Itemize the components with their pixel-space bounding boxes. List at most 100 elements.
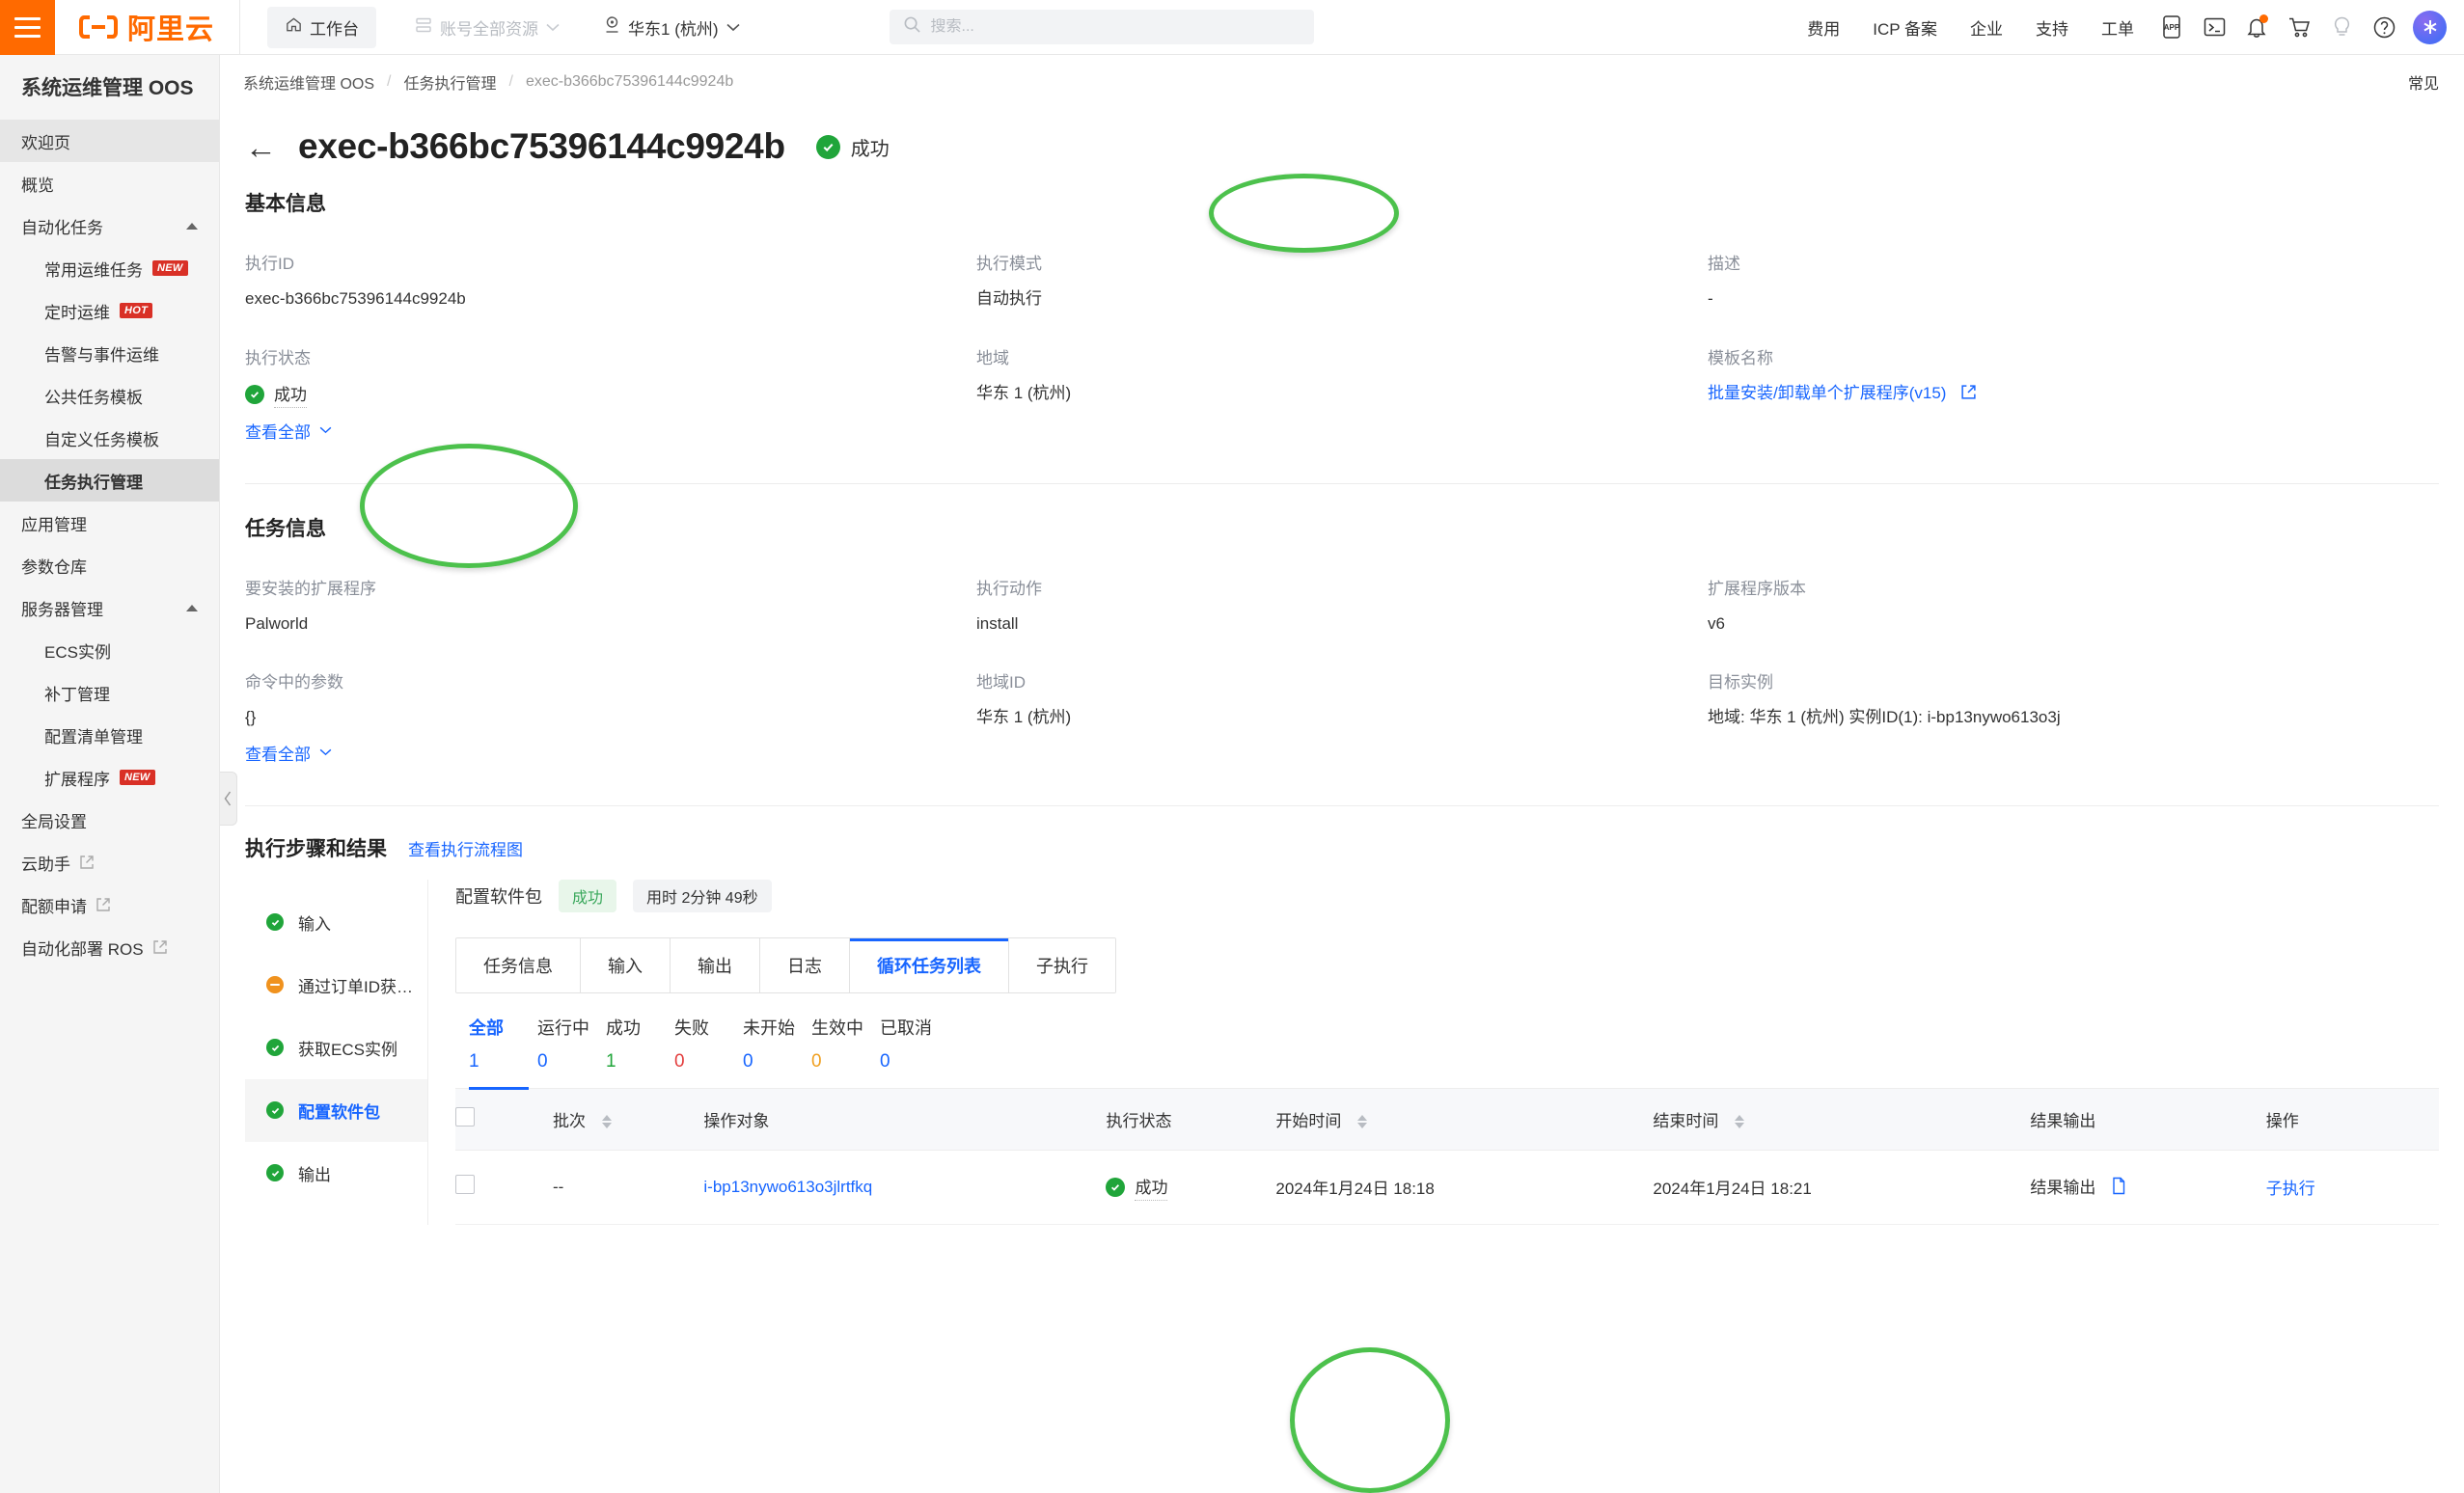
- nav-link-ticket[interactable]: 工单: [2085, 15, 2150, 40]
- external-link-icon[interactable]: [1960, 384, 1977, 404]
- search-input[interactable]: [930, 18, 1300, 36]
- terminal-icon[interactable]: [2193, 6, 2235, 48]
- sort-icon[interactable]: [1735, 1115, 1745, 1129]
- sidebar-item-parameter-store[interactable]: 参数仓库: [0, 544, 219, 586]
- stat-count: 0: [811, 1050, 822, 1072]
- workbench-button[interactable]: 工作台: [267, 6, 377, 48]
- all-resources-selector[interactable]: 账号全部资源: [415, 15, 560, 40]
- sidebar-item-public-templates[interactable]: 公共任务模板: [0, 374, 219, 417]
- select-all-header: [455, 1088, 553, 1151]
- sidebar-item-common-tasks[interactable]: 常用运维任务 NEW: [0, 247, 219, 289]
- page-status-label: 成功: [850, 138, 890, 160]
- row-checkbox[interactable]: [455, 1175, 475, 1194]
- table-row: -- i-bp13nywo613o3jlrtfkq 成功 2024年1月24日 …: [455, 1150, 2439, 1225]
- lightbulb-icon[interactable]: [2320, 6, 2363, 48]
- sidebar-item-inventory-management[interactable]: 配置清单管理: [0, 714, 219, 756]
- stat-filter-failed[interactable]: 失败 0: [674, 1015, 743, 1072]
- stat-filter-in-effect[interactable]: 生效中 0: [811, 1015, 880, 1072]
- skipped-minus-icon: [266, 976, 284, 993]
- template-name-link[interactable]: 批量安装/卸载单个扩展程序(v15): [1708, 384, 1946, 402]
- faq-link[interactable]: 常见: [2408, 70, 2439, 94]
- view-all-params-button[interactable]: 查看全部: [245, 741, 332, 765]
- sidebar-item-app-management[interactable]: 应用管理: [0, 502, 219, 544]
- sidebar-item-welcome[interactable]: 欢迎页: [0, 120, 219, 163]
- sidebar-item-server-management[interactable]: 服务器管理: [0, 586, 219, 629]
- tab-logs[interactable]: 日志: [760, 937, 850, 992]
- sidebar-item-custom-templates[interactable]: 自定义任务模板: [0, 417, 219, 459]
- sidebar-item-quota-request[interactable]: 配额申请: [0, 883, 219, 926]
- new-badge: NEW: [152, 260, 188, 277]
- step-item-configure-package[interactable]: 配置软件包: [245, 1078, 427, 1142]
- sidebar-item-scheduled-ops[interactable]: 定时运维 HOT: [0, 289, 219, 332]
- table-header-row: 批次 操作对象 执行状态 开始时间 结束时间 结果输出 操作: [455, 1088, 2439, 1151]
- column-status: 执行状态: [1106, 1088, 1276, 1151]
- chevron-down-icon: [546, 17, 560, 37]
- view-all-status-button[interactable]: 查看全部: [245, 419, 332, 443]
- breadcrumb-item-execution-management[interactable]: 任务执行管理: [403, 70, 496, 94]
- success-check-icon: [815, 134, 840, 159]
- nav-link-support[interactable]: 支持: [2019, 15, 2085, 40]
- tab-output[interactable]: 输出: [671, 937, 760, 992]
- nav-link-icp[interactable]: ICP 备案: [1856, 15, 1954, 40]
- sidebar-item-patch-management[interactable]: 补丁管理: [0, 671, 219, 714]
- field-value: 华东 1 (杭州): [976, 383, 1072, 402]
- sidebar-item-label: 定时运维: [44, 303, 110, 322]
- sidebar-item-cloud-assistant[interactable]: 云助手: [0, 841, 219, 883]
- aliyun-logo[interactable]: 阿里云: [55, 0, 241, 55]
- stat-filter-cancelled[interactable]: 已取消 0: [880, 1015, 948, 1072]
- cart-icon[interactable]: [2278, 6, 2320, 48]
- breadcrumb-item-oos[interactable]: 系统运维管理 OOS: [243, 70, 374, 94]
- copy-icon[interactable]: [2111, 1177, 2126, 1199]
- step-item-output[interactable]: 输出: [245, 1142, 427, 1205]
- stat-label: 生效中: [811, 1018, 863, 1038]
- sidebar-item-label: 配额申请: [21, 897, 87, 916]
- sidebar-item-execution-management[interactable]: 任务执行管理: [0, 459, 219, 502]
- sidebar-item-global-settings[interactable]: 全局设置: [0, 799, 219, 841]
- global-search[interactable]: [889, 10, 1314, 44]
- sidebar-item-overview[interactable]: 概览: [0, 162, 219, 204]
- stat-filter-running[interactable]: 运行中 0: [537, 1015, 606, 1072]
- step-item-get-ecs-by-order[interactable]: 通过订单ID获取E...: [245, 954, 427, 1017]
- child-execution-link[interactable]: 子执行: [2266, 1180, 2315, 1198]
- nav-link-enterprise[interactable]: 企业: [1954, 15, 2019, 40]
- select-all-checkbox[interactable]: [455, 1106, 475, 1127]
- tab-child-execution[interactable]: 子执行: [1009, 937, 1115, 992]
- cell-result-output: 结果输出: [2030, 1150, 2266, 1225]
- stat-filter-not-started[interactable]: 未开始 0: [743, 1015, 811, 1072]
- tab-input[interactable]: 输入: [581, 937, 671, 992]
- hamburger-menu-icon[interactable]: [0, 0, 55, 55]
- tab-task-info[interactable]: 任务信息: [456, 937, 581, 992]
- nav-link-fee[interactable]: 费用: [1791, 15, 1856, 40]
- top-header: 阿里云 工作台 账号全部资源 华东1 (杭州) 搜索... 费用 ICP 备案 …: [0, 0, 2464, 55]
- tab-loop-task-list[interactable]: 循环任务列表: [850, 937, 1009, 992]
- region-selector[interactable]: 华东1 (杭州): [604, 15, 740, 40]
- back-arrow-icon[interactable]: ←: [245, 131, 277, 163]
- step-label: 配置软件包: [298, 1102, 380, 1122]
- sort-icon[interactable]: [601, 1115, 612, 1129]
- sidebar-item-label: 公共任务模板: [44, 388, 143, 407]
- bell-icon[interactable]: [2235, 6, 2278, 48]
- sidebar-item-extensions[interactable]: 扩展程序 NEW: [0, 756, 219, 799]
- sidebar-item-ecs-instances[interactable]: ECS实例: [0, 629, 219, 671]
- page-title-row: ← exec-b366bc75396144c9924b 成功: [220, 109, 2464, 188]
- app-icon[interactable]: APP: [2150, 6, 2193, 48]
- view-flow-chart-link[interactable]: 查看执行流程图: [408, 836, 523, 860]
- step-duration-pill: 用时 2分钟 49秒: [633, 879, 772, 912]
- instance-id-link[interactable]: i-bp13nywo613o3jlrtfkq: [703, 1178, 872, 1196]
- column-target: 操作对象: [703, 1088, 1107, 1151]
- stat-filter-success[interactable]: 成功 1: [606, 1015, 674, 1072]
- basic-info-section: 基本信息 执行ID exec-b366bc75396144c9924b 执行模式…: [220, 188, 2464, 475]
- location-pin-icon: [604, 15, 620, 39]
- step-item-get-ecs-instances[interactable]: 获取ECS实例: [245, 1017, 427, 1079]
- sidebar-item-ros-deployment[interactable]: 自动化部署 ROS: [0, 926, 219, 968]
- sidebar-item-alert-event-ops[interactable]: 告警与事件运维: [0, 332, 219, 374]
- help-icon[interactable]: [2363, 6, 2405, 48]
- stat-filter-all[interactable]: 全部 1: [469, 1015, 537, 1072]
- column-result-output: 结果输出: [2030, 1088, 2266, 1151]
- external-link-icon: [79, 855, 95, 870]
- sort-icon[interactable]: [1357, 1115, 1368, 1129]
- sidebar-collapse-handle[interactable]: [220, 772, 237, 826]
- step-item-input[interactable]: 输入: [245, 891, 427, 954]
- sidebar-item-automation-tasks[interactable]: 自动化任务: [0, 204, 219, 247]
- avatar[interactable]: [2413, 10, 2447, 44]
